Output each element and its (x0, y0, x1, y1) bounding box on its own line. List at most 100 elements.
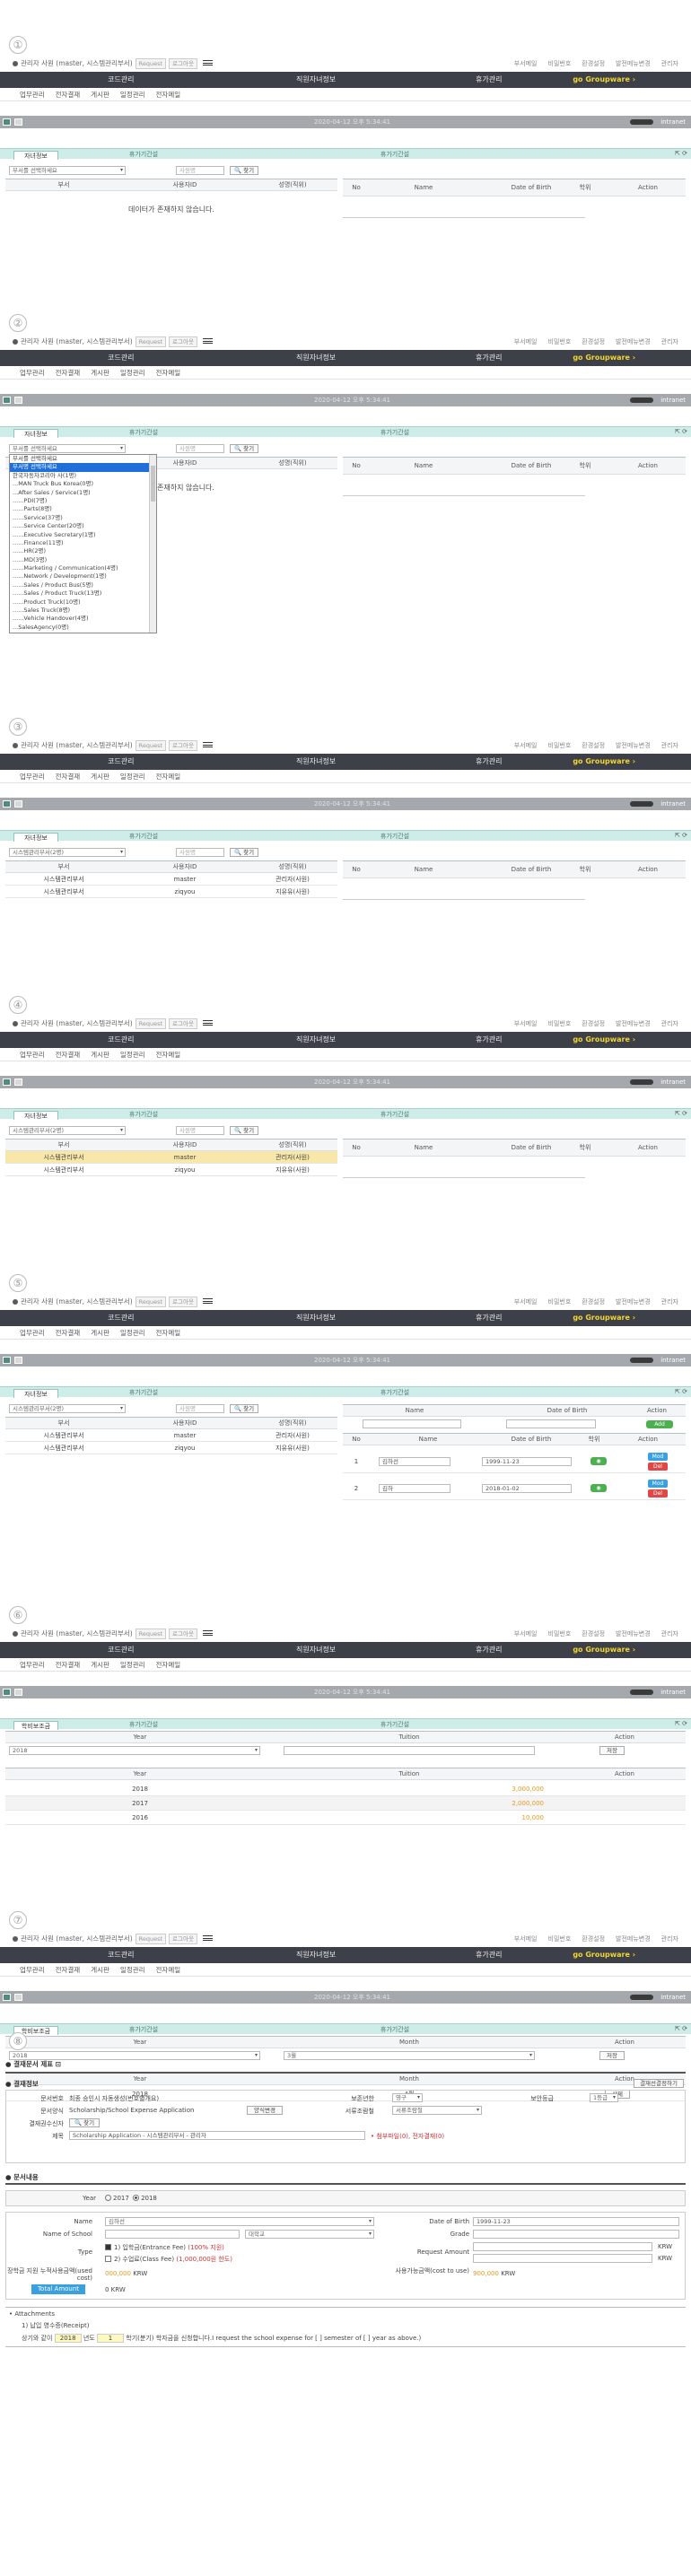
name-select[interactable]: 김하선 (105, 2217, 374, 2226)
security-grade-select[interactable]: 1등급 (590, 2093, 618, 2102)
child-dob-input[interactable]: 1999-11-23 (482, 1457, 572, 1466)
radio-2018[interactable] (133, 2195, 140, 2201)
approver-search-button[interactable]: 🔍 찾기 (69, 2118, 100, 2127)
nav-item[interactable]: 직원자녀정보 (296, 350, 336, 366)
go-groupware-link[interactable]: go Groupware › (573, 754, 635, 770)
subnav-item[interactable]: 전자결재 (56, 1966, 81, 1974)
subnav-item[interactable]: 게시판 (91, 1051, 109, 1059)
go-groupware-link[interactable]: go Groupware › (573, 1032, 635, 1048)
dropdown-option[interactable]: ......Sales / Product Truck(13명) (10, 589, 156, 598)
tuition-amount-input[interactable] (284, 1746, 535, 1755)
go-groupware-link[interactable]: go Groupware › (573, 350, 635, 366)
utility-link[interactable]: 비밀번호 (548, 338, 572, 345)
tab-tools-icon[interactable]: ⇱ ⟳ (675, 1110, 687, 1117)
subnav-item[interactable]: 일정관리 (120, 369, 145, 377)
dropdown-option[interactable]: ......Network / Development(1명) (10, 572, 156, 581)
new-child-name-input[interactable] (363, 1419, 461, 1428)
utility-link[interactable]: 환경설정 (582, 1630, 605, 1637)
utility-link[interactable]: 부서메일 (514, 1935, 538, 1943)
table-row[interactable]: 시스템관리부서 ziqyou 지유유(사원) (5, 1164, 337, 1176)
menu-icon[interactable] (202, 1630, 213, 1636)
subnav-item[interactable]: 게시판 (91, 1966, 109, 1974)
tab-tools-icon[interactable]: ⇱ ⟳ (675, 2025, 687, 2032)
search-button[interactable]: 🔍 찾기 (230, 1126, 258, 1135)
utility-link[interactable]: 관리자 (661, 1630, 678, 1637)
school-input[interactable] (105, 2230, 240, 2239)
add-button[interactable]: Add (646, 1420, 673, 1428)
logout-button[interactable]: 로그아웃 (169, 1018, 197, 1029)
request-button[interactable]: Request (135, 1629, 167, 1639)
subnav-item[interactable]: 게시판 (91, 1661, 109, 1669)
request-button[interactable]: Request (135, 336, 167, 347)
dropdown-option[interactable]: ......Marketing / Communication(4명) (10, 564, 156, 572)
subnav-item[interactable]: 업무관리 (20, 1966, 45, 1974)
go-groupware-link[interactable]: go Groupware › (573, 1947, 635, 1963)
utility-link[interactable]: 환경설정 (582, 1298, 605, 1305)
tab-tools-icon[interactable]: ⇱ ⟳ (675, 428, 687, 435)
dob-input[interactable]: 1999-11-23 (473, 2217, 679, 2226)
utility-link[interactable]: 비밀번호 (548, 742, 572, 749)
tab-vacation-2[interactable]: 휴가기간설 (350, 1388, 440, 1397)
subnav-item[interactable]: 전자결재 (56, 91, 81, 99)
radio-2017[interactable] (105, 2195, 111, 2201)
utility-link[interactable]: 발전메뉴변경 (616, 338, 651, 345)
request-amount-2[interactable] (473, 2254, 652, 2263)
go-groupware-link[interactable]: go Groupware › (573, 1310, 635, 1326)
dropdown-option[interactable]: ......Service(37명) (10, 514, 156, 522)
subnav-item[interactable]: 전자결재 (56, 369, 81, 377)
home-icon[interactable] (3, 397, 11, 404)
year-radios[interactable]: 2017 2018 (103, 2195, 157, 2202)
subnav-item[interactable]: 일정관리 (120, 91, 145, 99)
slider-icon[interactable] (630, 1079, 653, 1085)
nav-item[interactable]: 코드관리 (108, 1642, 134, 1658)
child-name-input[interactable]: 김하 (379, 1484, 450, 1493)
dropdown-option[interactable]: ......Executive Secretary(1명) (10, 531, 156, 539)
utility-link[interactable]: 비밀번호 (548, 1298, 572, 1305)
nav-item[interactable]: 휴가관리 (476, 1947, 502, 1963)
change-form-button[interactable]: 양식변경 (247, 2106, 283, 2115)
dropdown-option[interactable]: ......Sales / Product Bus(5명) (10, 581, 156, 589)
subnav-item[interactable]: 일정관리 (120, 1051, 145, 1059)
tab-vacation-2[interactable]: 휴가기간설 (350, 428, 440, 437)
logout-button[interactable]: 로그아웃 (169, 740, 197, 751)
delete-button[interactable]: Del (648, 1489, 668, 1498)
subnav-item[interactable]: 게시판 (91, 91, 109, 99)
logout-button[interactable]: 로그아웃 (169, 58, 197, 69)
dropdown-option[interactable]: 부서명 선택하세요 (10, 463, 156, 472)
menu-icon[interactable] (202, 60, 213, 65)
type2-checkbox[interactable] (105, 2256, 111, 2262)
view-icon[interactable]: ◉ (590, 1457, 607, 1465)
nav-item[interactable]: 휴가관리 (476, 754, 502, 770)
type-option-1[interactable]: 1) 입학금(Entrance Fee) (100% 지원) (105, 2243, 224, 2252)
tab-vacation-1[interactable]: 휴가기간설 (99, 428, 188, 437)
menu-icon[interactable] (202, 1020, 213, 1026)
subnav-item[interactable]: 게시판 (91, 369, 109, 377)
logout-button[interactable]: 로그아웃 (169, 336, 197, 347)
window-icon[interactable] (14, 397, 22, 404)
utility-link[interactable]: 발전메뉴변경 (616, 1935, 651, 1943)
table-row[interactable]: 2018 3,000,000 (5, 1782, 686, 1796)
subnav-item[interactable]: 전자메일 (156, 1966, 181, 1974)
slider-icon[interactable] (630, 397, 653, 403)
modify-button[interactable]: Mod (648, 1453, 668, 1461)
tab-child-info[interactable]: 자녀정보 (13, 429, 58, 438)
school-type-select[interactable]: 대학교 (245, 2230, 374, 2239)
utility-link[interactable]: 관리자 (661, 742, 678, 749)
dept-dropdown-list[interactable]: 부서를 선택하세요 부서명 선택하세요 한국자동차코리아 사(1명) ...MAN T… (9, 454, 157, 633)
tab-vacation-2[interactable]: 휴가기간설 (350, 832, 440, 841)
request-button[interactable]: Request (135, 1018, 167, 1029)
tab-child-info[interactable]: 학비보조금 (13, 1721, 58, 1730)
utility-link[interactable]: 관리자 (661, 338, 678, 345)
request-button[interactable]: Request (135, 58, 167, 69)
tab-tools-icon[interactable]: ⇱ ⟳ (675, 1388, 687, 1395)
tab-child-info[interactable]: 자녀정보 (13, 1111, 58, 1120)
window-icon[interactable] (14, 1357, 22, 1364)
search-button[interactable]: 🔍 찾기 (230, 848, 258, 857)
tab-vacation-1[interactable]: 휴가기간설 (99, 1388, 188, 1397)
utility-link[interactable]: 발전메뉴변경 (616, 1630, 651, 1637)
utility-link[interactable]: 관리자 (661, 60, 678, 67)
grade-input[interactable] (473, 2230, 679, 2239)
subnav-item[interactable]: 전자메일 (156, 91, 181, 99)
utility-link[interactable]: 환경설정 (582, 338, 605, 345)
nav-item[interactable]: 코드관리 (108, 350, 134, 366)
